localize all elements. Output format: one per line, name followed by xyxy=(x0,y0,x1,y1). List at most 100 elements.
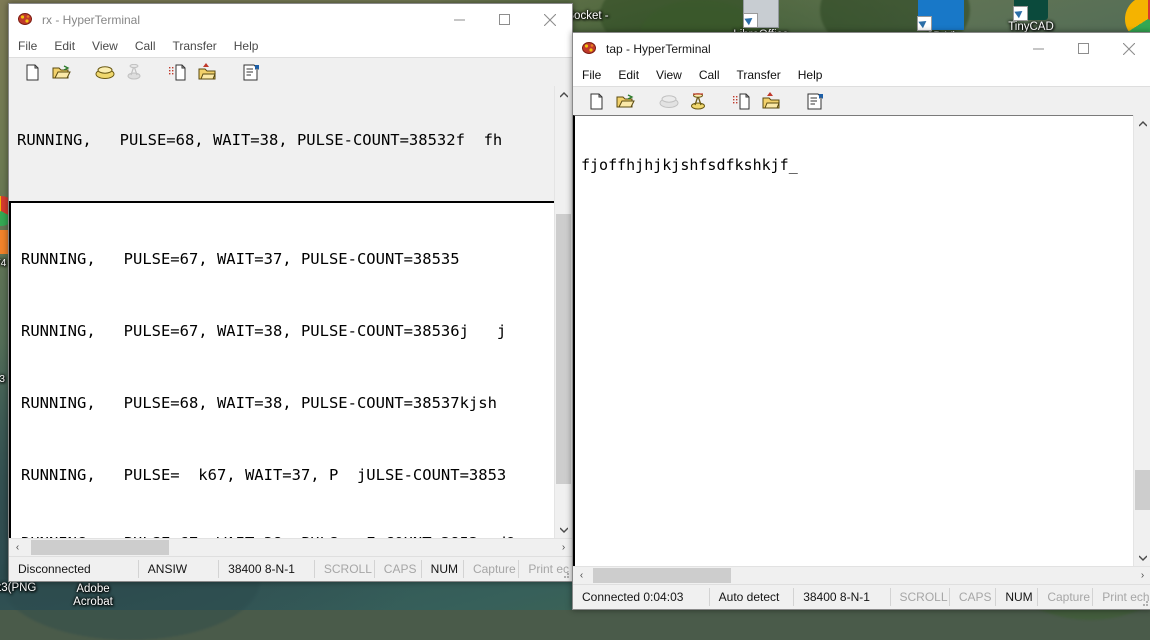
scroll-up-arrow-icon[interactable] xyxy=(555,86,572,103)
terminal-line: RUNNING, PULSE=67, WAIT=38, PULSE-COUNT=… xyxy=(21,322,507,340)
receive-icon[interactable] xyxy=(759,90,783,112)
send-icon[interactable] xyxy=(166,61,190,83)
maximize-button[interactable] xyxy=(1061,33,1106,64)
minimize-button[interactable] xyxy=(437,4,482,35)
scroll-right-arrow-icon[interactable]: › xyxy=(555,539,572,556)
menu-item-transfer[interactable]: Transfer xyxy=(173,39,217,53)
scroll-left-arrow-icon[interactable]: ‹ xyxy=(573,567,590,584)
3dviewer-icon xyxy=(917,0,964,31)
vertical-scrollbar-thumb-tap[interactable] xyxy=(1135,470,1150,510)
horizontal-scrollbar-thumb-rx[interactable] xyxy=(31,540,169,555)
new-icon[interactable] xyxy=(20,61,44,83)
titlebar-tap[interactable]: tap - HyperTerminal xyxy=(573,33,1150,64)
close-button[interactable] xyxy=(527,4,572,35)
vertical-scrollbar-rx[interactable] xyxy=(554,86,572,538)
menu-item-help[interactable]: Help xyxy=(798,68,823,82)
titlebar-rx[interactable]: rx - HyperTerminal xyxy=(9,4,572,35)
terminal-area-tap[interactable]: fjoffhjhjkjshfsdfkshkjf_ xyxy=(573,115,1150,566)
open-icon[interactable] xyxy=(613,90,637,112)
maximize-button[interactable] xyxy=(482,4,527,35)
desktop-icon-png-label: 0t3(PNG xyxy=(0,582,37,594)
menu-item-view[interactable]: View xyxy=(92,39,118,53)
status-scroll: SCROLL xyxy=(315,560,375,578)
status-emulation: ANSIW xyxy=(139,560,220,578)
status-connection: Connected 0:04:03 xyxy=(573,588,710,606)
menu-item-transfer[interactable]: Transfer xyxy=(737,68,781,82)
status-emulation: Auto detect xyxy=(710,588,795,606)
menu-item-edit[interactable]: Edit xyxy=(618,68,639,82)
desktop-icon-png[interactable]: 0t3(PNG xyxy=(0,582,50,595)
send-icon[interactable] xyxy=(730,90,754,112)
terminal-line: RUNNING, PULSE=67, WAIT=37, PULSE-COUNT=… xyxy=(21,250,460,268)
hyperterminal-icon xyxy=(17,11,35,29)
desktop-icon-socket[interactable]: t Socket - xyxy=(560,10,670,23)
resize-grip[interactable] xyxy=(560,569,570,579)
terminal-viewport-tap[interactable]: fjoffhjhjkjshfsdfkshkjf_ xyxy=(573,115,1133,566)
menu-item-edit[interactable]: Edit xyxy=(54,39,75,53)
menu-item-call[interactable]: Call xyxy=(699,68,720,82)
horizontal-scrollbar-rx[interactable]: ‹ › xyxy=(9,538,572,556)
status-caps: CAPS xyxy=(950,588,997,606)
desktop-icon-adobe-label: Adobe Acrobat xyxy=(73,583,113,608)
resize-grip[interactable] xyxy=(1139,597,1149,607)
vertical-scrollbar-tap[interactable] xyxy=(1133,115,1150,566)
statusbar-rx: Disconnected ANSIW 38400 8-N-1 SCROLL CA… xyxy=(9,556,572,581)
disconnect-icon[interactable] xyxy=(686,90,710,112)
status-connection: Disconnected xyxy=(9,560,139,578)
terminal-line: RUNNING, PULSE=67, WAIT=38, PULS sE-COUN… xyxy=(13,529,554,538)
terminal-scrollback-rx: RUNNING, PULSE=68, WAIT=38, PULSE-COUNT=… xyxy=(9,86,554,196)
terminal-live-region-rx[interactable]: RUNNING, PULSE=67, WAIT=37, PULSE-COUNT=… xyxy=(9,201,554,538)
properties-icon[interactable] xyxy=(803,90,827,112)
status-line-settings: 38400 8-N-1 xyxy=(794,588,891,606)
menubar-tap[interactable]: File Edit View Call Transfer Help xyxy=(573,64,1150,86)
receive-icon[interactable] xyxy=(195,61,219,83)
scroll-up-arrow-icon[interactable] xyxy=(1134,115,1150,132)
horizontal-scrollbar-thumb-tap[interactable] xyxy=(593,568,731,583)
connect-icon xyxy=(657,90,681,112)
vertical-scrollbar-thumb-rx[interactable] xyxy=(556,214,571,484)
tinycad-icon xyxy=(1013,0,1048,21)
terminal-line: RUNNING, PULSE=68, WAIT=38, PULSE-COUNT=… xyxy=(21,394,497,412)
open-icon[interactable] xyxy=(49,61,73,83)
menu-item-call[interactable]: Call xyxy=(135,39,156,53)
terminal-line: RUNNING, PULSE= k67, WAIT=37, P jULSE-CO… xyxy=(21,466,507,484)
menubar-rx[interactable]: File Edit View Call Transfer Help xyxy=(9,35,572,57)
status-num: NUM xyxy=(996,588,1039,606)
menu-item-help[interactable]: Help xyxy=(234,39,259,53)
toolbar-rx[interactable] xyxy=(9,57,572,86)
terminal-area-rx[interactable]: RUNNING, PULSE=68, WAIT=38, PULSE-COUNT=… xyxy=(9,86,572,538)
status-caps: CAPS xyxy=(375,560,422,578)
scroll-right-arrow-icon[interactable]: › xyxy=(1134,567,1150,584)
statusbar-tap: Connected 0:04:03 Auto detect 38400 8-N-… xyxy=(573,584,1150,609)
scroll-left-arrow-icon[interactable]: ‹ xyxy=(9,539,26,556)
status-capture: Capture xyxy=(464,560,520,578)
status-capture: Capture xyxy=(1038,588,1094,606)
disconnect-icon xyxy=(122,61,146,83)
scroll-down-arrow-icon[interactable] xyxy=(1134,549,1150,566)
libreoffice-icon xyxy=(743,0,779,28)
connect-icon[interactable] xyxy=(93,61,117,83)
terminal-viewport-rx[interactable]: RUNNING, PULSE=68, WAIT=38, PULSE-COUNT=… xyxy=(9,86,554,538)
window-title-tap: tap - HyperTerminal xyxy=(606,41,711,56)
close-button[interactable] xyxy=(1106,33,1150,64)
status-num: NUM xyxy=(422,560,464,578)
terminal-line: RUNNING, PULSE=67, WAIT= h37, PULSE-COUN… xyxy=(9,194,554,196)
new-icon[interactable] xyxy=(584,90,608,112)
desktop-icon-tinycad[interactable]: TinyCAD xyxy=(995,0,1067,34)
terminal-line: RUNNING, PULSE=68, WAIT=38, PULSE-COUNT=… xyxy=(17,131,503,149)
menu-item-file[interactable]: File xyxy=(18,39,37,53)
properties-icon[interactable] xyxy=(239,61,263,83)
window-rx[interactable]: rx - HyperTerminal File Edit View Call T… xyxy=(8,3,573,582)
window-title-rx: rx - HyperTerminal xyxy=(42,12,141,27)
hyperterminal-icon xyxy=(581,40,599,58)
window-tap[interactable]: tap - HyperTerminal File Edit View Call … xyxy=(572,32,1150,610)
menu-item-file[interactable]: File xyxy=(582,68,601,82)
toolbar-tap[interactable] xyxy=(573,86,1150,115)
menu-item-view[interactable]: View xyxy=(656,68,682,82)
terminal-line: fjoffhjhjkjshfsdfkshkjf_ xyxy=(581,156,798,174)
status-scroll: SCROLL xyxy=(891,588,950,606)
horizontal-scrollbar-tap[interactable]: ‹ › xyxy=(573,566,1150,584)
scroll-down-arrow-icon[interactable] xyxy=(555,521,572,538)
status-line-settings: 38400 8-N-1 xyxy=(219,560,315,578)
minimize-button[interactable] xyxy=(1016,33,1061,64)
